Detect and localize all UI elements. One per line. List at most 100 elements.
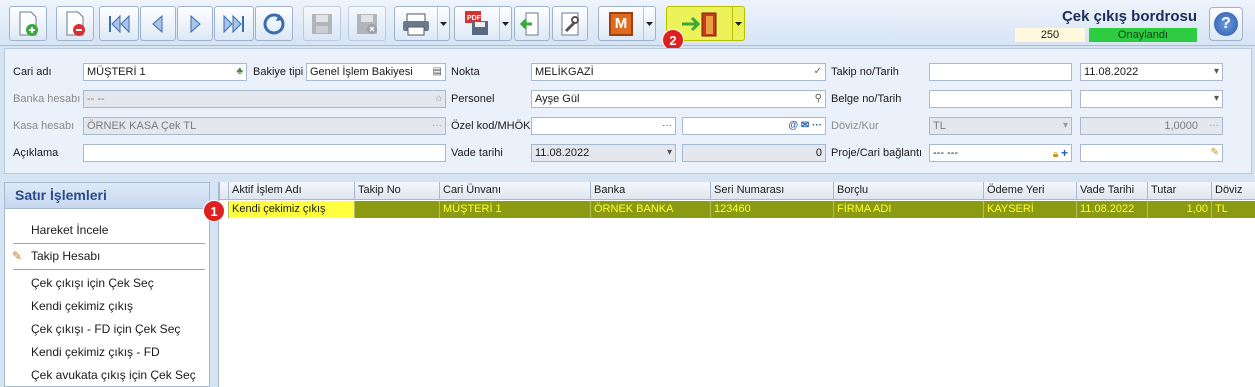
column-header[interactable]: Ödeme Yeri (983, 182, 1076, 200)
nokta-label: Nokta (451, 66, 480, 78)
people-icon[interactable]: ♣ (236, 64, 243, 80)
chevron-down-icon[interactable] (643, 7, 655, 40)
nokta-value: MELİKGAZİ (535, 66, 594, 78)
menu-item-kendi-cekimiz-fd[interactable]: Kendi çekimiz çıkış - FD (31, 345, 160, 359)
column-header[interactable]: Banka (590, 182, 710, 200)
vade-tarihi-field[interactable]: 11.08.2022 ▾ (531, 144, 676, 162)
cari-adi-label: Cari adı (13, 66, 52, 78)
m-label: M (609, 11, 633, 36)
pdf-export-icon[interactable]: PDF (454, 6, 512, 41)
cancel-save-icon[interactable] (348, 6, 386, 41)
table-cell[interactable]: 11.08.2022 (1076, 201, 1147, 218)
doviz-field[interactable]: TL ▾ (929, 117, 1072, 135)
print-icon[interactable] (394, 6, 450, 41)
personel-label: Personel (451, 93, 495, 105)
chevron-down-icon[interactable]: ▾ (1063, 118, 1068, 134)
chevron-down-icon[interactable] (499, 7, 511, 40)
ozel-kod-label: Özel kod/MHÖK (451, 120, 531, 132)
column-header[interactable]: Döviz (1211, 182, 1255, 200)
proje-field[interactable]: --- --- 🔒︎ + (929, 144, 1072, 162)
person-search-icon[interactable]: ⚲ (815, 91, 822, 107)
check-icon[interactable]: ✓ (814, 64, 822, 80)
new-doc-icon[interactable] (9, 6, 47, 41)
vade-days-field[interactable]: 0 (682, 144, 826, 162)
column-header[interactable]: Aktif İşlem Adı (228, 182, 354, 200)
help-label: ? (1214, 12, 1238, 36)
email-icon[interactable]: @ ✉ ··· (788, 118, 822, 134)
table-cell[interactable]: 1,00 (1147, 201, 1211, 218)
help-icon[interactable]: ? (1209, 7, 1243, 41)
save-icon[interactable] (303, 6, 341, 41)
window-title-area: Çek çıkış bordrosu 250 Onaylandı (997, 8, 1197, 42)
table-cell[interactable]: FİRMA ADI (833, 201, 983, 218)
column-header[interactable]: Vade Tarihi (1076, 182, 1147, 200)
divider (13, 243, 205, 244)
edit-note-icon: ✎ (12, 249, 23, 263)
banka-hesabi-field[interactable]: -- -- ⌂ (83, 90, 446, 108)
bakiye-tipi-field[interactable]: Genel İşlem Bakiyesi ▤ (306, 63, 446, 81)
table-cell[interactable]: KAYSERİ (983, 201, 1076, 218)
ellipsis-icon[interactable]: ··· (432, 118, 442, 134)
nokta-field[interactable]: MELİKGAZİ ✓ (531, 63, 826, 81)
ozel-kod-field[interactable]: ··· (531, 117, 676, 135)
first-record-icon[interactable] (99, 6, 139, 41)
takip-date-field[interactable]: 11.08.2022 ▾ (1080, 63, 1223, 81)
belge-date-field[interactable]: . . : : ▾ (1080, 90, 1223, 108)
column-header[interactable]: Cari Ünvanı (439, 182, 590, 200)
menu-item-cek-sec[interactable]: Çek çıkışı için Çek Seç (31, 276, 154, 290)
aciklama-field[interactable] (83, 144, 446, 162)
chevron-down-icon[interactable] (732, 7, 744, 40)
delete-doc-icon[interactable] (56, 6, 94, 41)
column-header[interactable]: Borçlu (833, 182, 983, 200)
takip-no-field[interactable] (929, 63, 1072, 81)
status-badge: Onaylandı (1089, 28, 1197, 42)
grid-header: Aktif İşlem Adı Takip No Cari Ünvanı Ban… (219, 182, 1255, 200)
next-record-icon[interactable] (177, 6, 213, 41)
aciklama-label: Açıklama (13, 147, 59, 159)
column-header[interactable]: Takip No (354, 182, 439, 200)
kasa-hesabi-field[interactable]: ÖRNEK KASA Çek TL ··· (83, 117, 446, 135)
settings-icon[interactable] (552, 6, 588, 41)
belge-no-field[interactable] (929, 90, 1072, 108)
chevron-down-icon[interactable]: ▾ (667, 145, 672, 161)
menu-item-kendi-cekimiz[interactable]: Kendi çekimiz çıkış (31, 299, 133, 313)
bank-icon[interactable]: ⌂ (436, 91, 442, 107)
divider (13, 269, 205, 270)
list-icon[interactable]: ▤ (433, 64, 442, 80)
refresh-icon[interactable] (255, 6, 293, 41)
table-cell[interactable]: Kendi çekimiz çıkış (228, 201, 354, 218)
lock-plus-icon[interactable]: 🔒︎ + (1053, 145, 1068, 161)
takip-date-value: 11.08.2022 (1084, 66, 1139, 78)
chevron-down-icon[interactable]: ▾ (1214, 64, 1219, 80)
table-cell[interactable]: MÜŞTERİ 1 (439, 201, 590, 218)
personel-field[interactable]: Ayşe Gül ⚲ (531, 90, 826, 108)
menu-item-hareket-incele[interactable]: Hareket İncele (31, 223, 108, 237)
kasa-hesabi-label: Kasa hesabı (13, 120, 75, 132)
cari-adi-field[interactable]: MÜŞTERİ 1 ♣ (83, 63, 247, 81)
column-header[interactable]: Seri Numarası (710, 182, 833, 200)
chevron-down-icon[interactable] (437, 7, 449, 40)
table-row[interactable]: Kendi çekimiz çıkış MÜŞTERİ 1 ÖRNEK BANK… (219, 201, 1255, 218)
column-header[interactable]: Tutar (1147, 182, 1211, 200)
last-record-icon[interactable] (214, 6, 254, 41)
table-cell[interactable]: 123460 (710, 201, 833, 218)
menu-item-takip-hesabi[interactable]: Takip Hesabı (31, 249, 100, 263)
belge-no-label: Belge no/Tarih (831, 93, 902, 105)
ellipsis-icon[interactable]: ··· (1209, 118, 1219, 134)
menu-item-cek-sec-fd[interactable]: Çek çıkışı - FD için Çek Seç (31, 322, 180, 336)
cari-baglanti-field[interactable]: ✎ (1080, 144, 1223, 162)
previous-record-icon[interactable] (140, 6, 176, 41)
eraser-icon[interactable]: ✎ (1211, 145, 1219, 161)
m-icon[interactable]: M (598, 6, 656, 41)
kur-field[interactable]: 1,0000 ··· (1080, 117, 1223, 135)
table-cell[interactable]: TL (1211, 201, 1255, 218)
mhok-field[interactable]: @ ✉ ··· (682, 117, 826, 135)
ellipsis-icon[interactable]: ··· (662, 118, 672, 134)
import-icon[interactable] (514, 6, 550, 41)
bakiye-tipi-label: Bakiye tipi (253, 66, 304, 78)
table-cell[interactable]: ÖRNEK BANKA (590, 201, 710, 218)
table-cell[interactable] (354, 201, 439, 218)
menu-item-avukata-cek-sec[interactable]: Çek avukata çıkış için Çek Seç (31, 368, 196, 382)
bakiye-tipi-value: Genel İşlem Bakiyesi (310, 66, 413, 78)
chevron-down-icon[interactable]: ▾ (1214, 91, 1219, 107)
